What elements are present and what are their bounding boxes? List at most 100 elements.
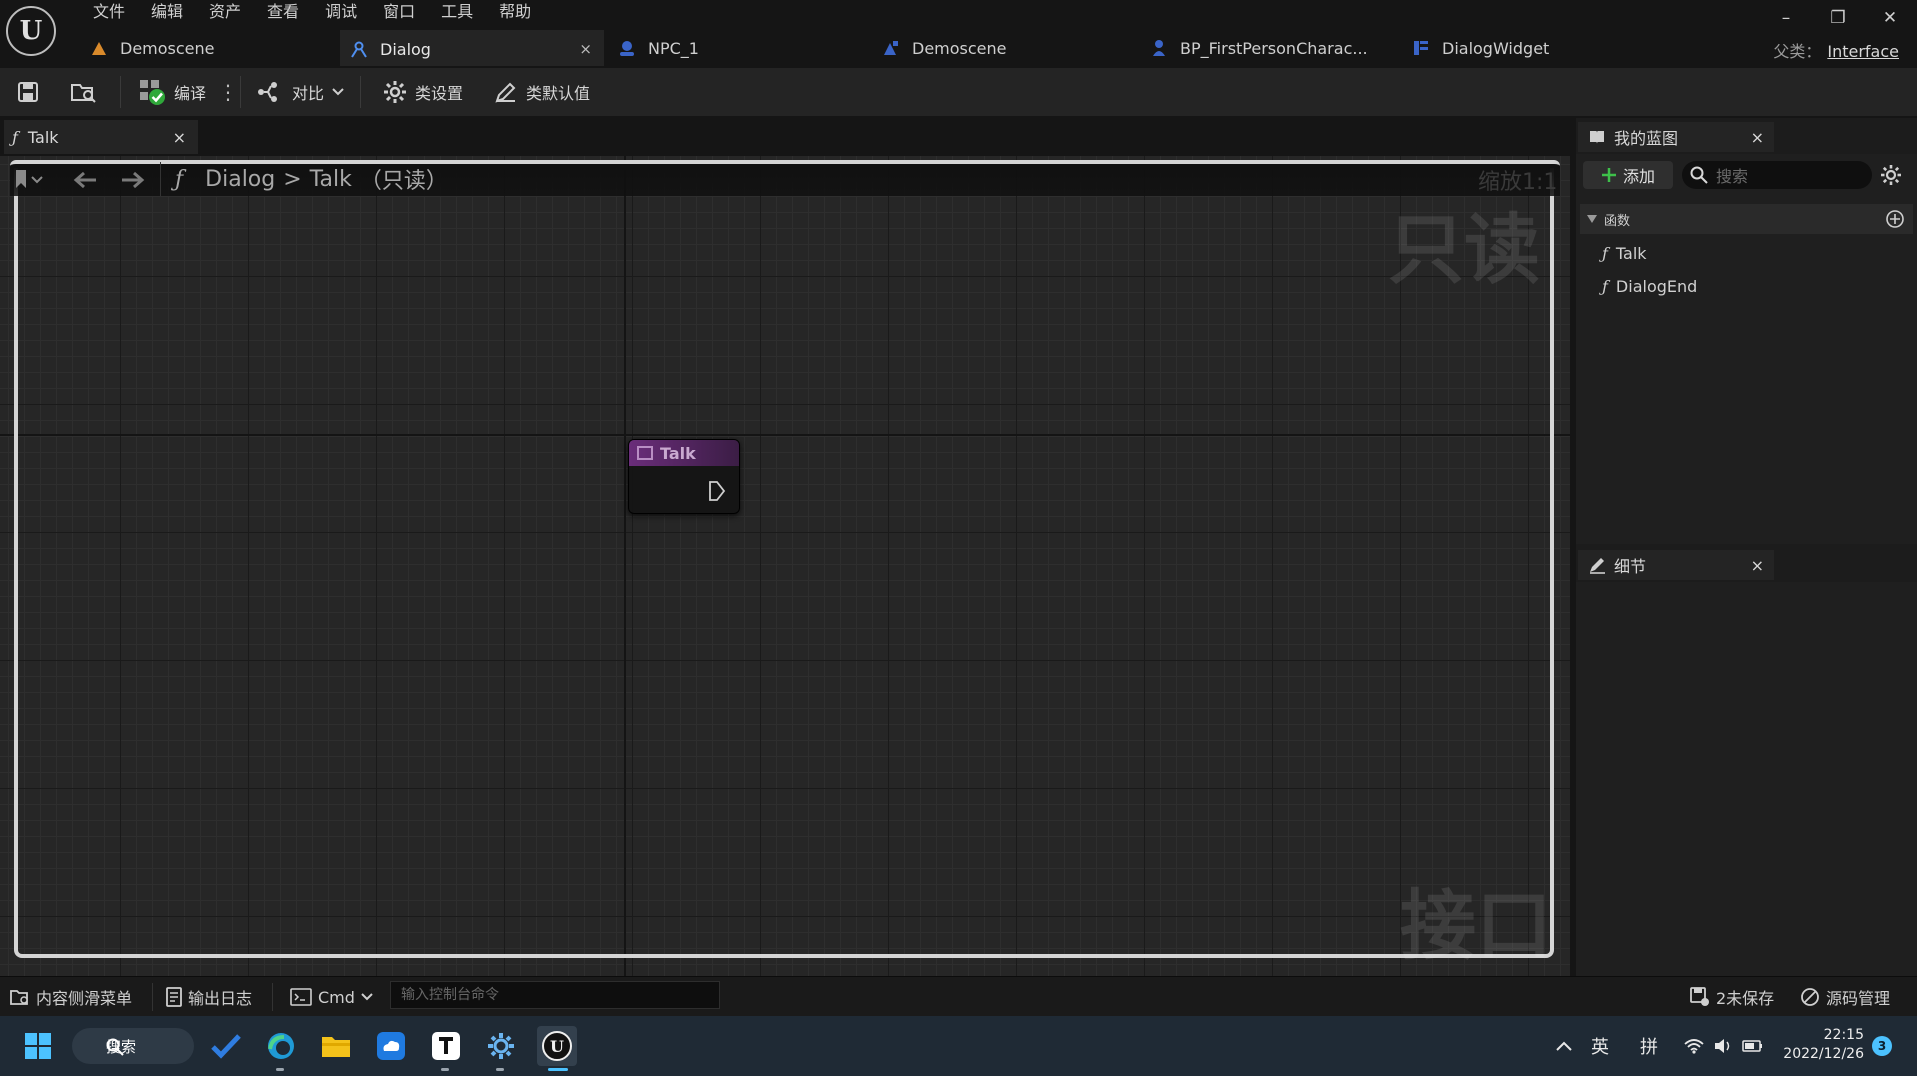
- cloud-app-icon[interactable]: [375, 1030, 407, 1062]
- breadcrumb-root[interactable]: Dialog: [205, 167, 275, 192]
- menu-debug[interactable]: 调试: [312, 0, 370, 24]
- cmd-dropdown[interactable]: Cmd: [290, 977, 373, 1017]
- add-function-icon[interactable]: [1885, 209, 1905, 229]
- close-tab-icon[interactable]: ×: [579, 40, 592, 58]
- class-defaults-button[interactable]: 类默认值: [494, 68, 590, 116]
- my-blueprint-tab[interactable]: 我的蓝图 ×: [1578, 122, 1774, 152]
- todo-app-icon[interactable]: [210, 1030, 242, 1062]
- close-panel-icon[interactable]: ×: [1751, 556, 1764, 575]
- menu-file[interactable]: 文件: [80, 0, 138, 24]
- chevron-down-icon: [361, 993, 373, 1001]
- compile-success-icon: [140, 80, 165, 105]
- notification-badge[interactable]: 3: [1872, 1036, 1892, 1056]
- function-icon: ƒ: [1602, 243, 1608, 263]
- source-control-button[interactable]: 源码管理: [1800, 977, 1890, 1017]
- class-settings-button[interactable]: 类设置: [383, 68, 463, 116]
- details-title: 细节: [1614, 557, 1647, 576]
- gear-icon: [384, 81, 406, 103]
- forward-button[interactable]: [120, 168, 146, 192]
- parent-class-link[interactable]: Interface: [1827, 42, 1899, 61]
- menu-view[interactable]: 查看: [254, 0, 312, 24]
- clock-time: 22:15: [1823, 1027, 1864, 1043]
- system-tray-status[interactable]: [1684, 1028, 1764, 1064]
- gear-icon: [1881, 165, 1901, 185]
- graph-tab-label: Talk: [27, 127, 59, 147]
- running-app-indicator: [276, 1068, 284, 1071]
- settings-gear-app-icon[interactable]: [485, 1030, 517, 1062]
- level-icon: [90, 39, 108, 57]
- unreal-engine-taskbar-icon[interactable]: U: [537, 1026, 577, 1066]
- output-log-button[interactable]: 输出日志: [166, 977, 252, 1017]
- details-tab[interactable]: 细节 ×: [1578, 550, 1774, 580]
- restore-button[interactable]: ❐: [1818, 6, 1858, 30]
- close-tab-icon[interactable]: ×: [173, 128, 186, 147]
- bookmark-button[interactable]: [14, 168, 50, 192]
- caret-down-icon: [1587, 215, 1597, 223]
- function-item-dialogend[interactable]: ƒ DialogEnd: [1602, 272, 1697, 300]
- function-icon: ƒ: [12, 127, 18, 147]
- running-app-indicator: [441, 1068, 449, 1071]
- parent-class: 父类： Interface: [1773, 38, 1899, 62]
- minimize-button[interactable]: –: [1766, 6, 1806, 30]
- file-explorer-icon[interactable]: [320, 1030, 352, 1062]
- doc-tab-dialog[interactable]: Dialog ×: [340, 30, 604, 66]
- chevron-down-icon: [332, 88, 344, 96]
- doc-tab-npc-1[interactable]: NPC_1: [608, 30, 868, 66]
- menu-help[interactable]: 帮助: [486, 0, 544, 24]
- compile-button[interactable]: 编译: [138, 68, 206, 116]
- output-log-icon: [166, 987, 182, 1007]
- browse-icon: [71, 84, 96, 103]
- clock[interactable]: 22:15 2022/12/26: [1780, 1026, 1864, 1064]
- terminal-icon: [290, 988, 312, 1006]
- add-button[interactable]: 添加: [1583, 161, 1673, 189]
- actor-icon: [618, 39, 636, 57]
- input-lang-button[interactable]: 英: [1591, 1028, 1609, 1064]
- menu-tools[interactable]: 工具: [428, 0, 486, 24]
- diff-button[interactable]: 对比: [256, 68, 344, 116]
- function-entry-icon: [637, 446, 653, 460]
- close-panel-icon[interactable]: ×: [1751, 128, 1764, 147]
- node-title: Talk: [660, 443, 696, 463]
- content-drawer-button[interactable]: 内容侧滑菜单: [10, 977, 132, 1017]
- console-command-input[interactable]: 输入控制台命令: [390, 981, 720, 1009]
- doc-tab-dialogwidget[interactable]: DialogWidget: [1402, 30, 1552, 66]
- toolbar-divider: [120, 76, 121, 108]
- doc-tab-demoscene[interactable]: Demoscene: [80, 30, 340, 66]
- svg-text:U: U: [550, 1037, 564, 1056]
- edge-browser-icon[interactable]: [265, 1030, 297, 1062]
- menu-edit[interactable]: 编辑: [138, 0, 196, 24]
- windows-start-icon[interactable]: [22, 1030, 54, 1062]
- unreal-logo-icon[interactable]: U: [6, 6, 56, 56]
- taskbar-search[interactable]: 搜索: [72, 1028, 194, 1064]
- menu-window[interactable]: 窗口: [370, 0, 428, 24]
- menu-bar: 文件 编辑 资产 查看 调试 窗口 工具 帮助: [80, 0, 544, 24]
- function-entry-node[interactable]: Talk: [628, 439, 740, 514]
- compile-options-icon[interactable]: ⋮: [218, 68, 238, 116]
- menu-asset[interactable]: 资产: [196, 0, 254, 24]
- back-button[interactable]: [72, 168, 98, 192]
- function-item-talk[interactable]: ƒ Talk: [1602, 239, 1647, 267]
- ime-mode-button[interactable]: 拼: [1640, 1028, 1658, 1064]
- arrow-left-icon: [73, 171, 96, 189]
- functions-category[interactable]: 函数: [1580, 204, 1913, 234]
- doc-tab-bp-firstpersoncharacter[interactable]: BP_FirstPersonCharac...: [1140, 30, 1404, 66]
- save-icon: [18, 82, 38, 102]
- doc-tab-demoscene-level-bp[interactable]: Demoscene: [872, 30, 1136, 66]
- output-log-label: 输出日志: [188, 989, 253, 1008]
- graph-tab-talk[interactable]: ƒ Talk ×: [4, 120, 198, 154]
- interface-watermark: 接口: [1400, 881, 1552, 970]
- blueprint-book-icon: [1590, 131, 1604, 144]
- show-hidden-icons-button[interactable]: [1556, 1028, 1572, 1064]
- exec-pin-icon[interactable]: [707, 480, 727, 502]
- details-pencil-icon: [1590, 558, 1605, 574]
- function-icon: ƒ: [1602, 276, 1608, 296]
- browse-button[interactable]: [70, 68, 98, 116]
- unsaved-button[interactable]: 2未保存: [1690, 977, 1774, 1017]
- graph-tab-bar: [0, 118, 1570, 154]
- typora-icon[interactable]: [430, 1030, 462, 1062]
- toolbar-divider: [240, 76, 241, 108]
- save-button[interactable]: [16, 68, 40, 116]
- blueprint-settings-button[interactable]: [1880, 164, 1904, 188]
- blueprint-search-input[interactable]: 搜索: [1682, 161, 1872, 189]
- close-window-button[interactable]: ✕: [1870, 6, 1910, 30]
